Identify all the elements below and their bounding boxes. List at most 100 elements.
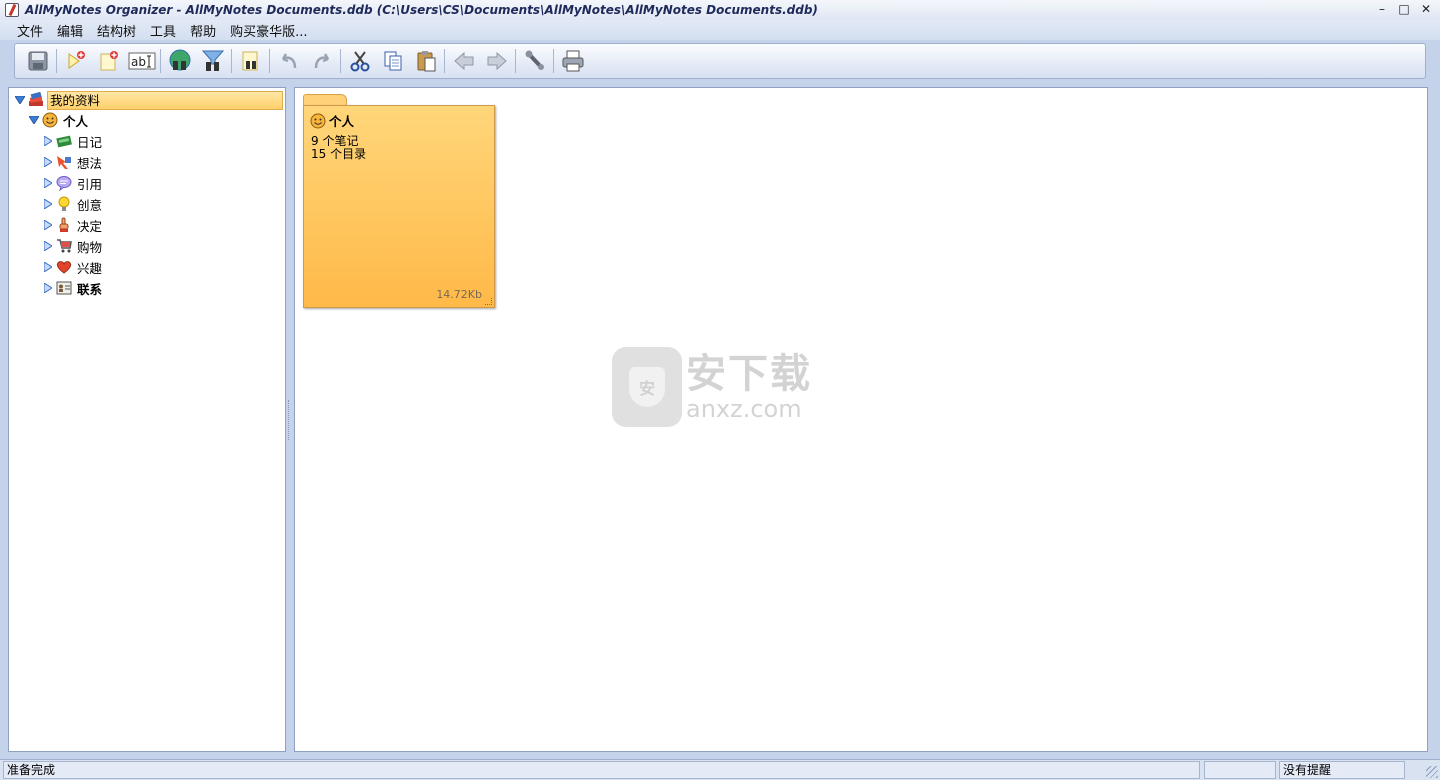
close-button[interactable]: ✕ [1418,2,1434,16]
collapse-toggle-icon[interactable] [43,219,53,231]
collapse-toggle-icon[interactable] [43,156,53,168]
contact-card-icon [56,280,72,296]
status-middle [1204,761,1276,779]
maximize-button[interactable]: □ [1396,2,1412,16]
status-message: 准备完成 [3,761,1200,779]
svg-text:ab: ab [131,55,146,69]
folder-card-size: 14.72Kb [436,288,482,301]
paste-icon[interactable] [412,47,440,75]
tree-node-root[interactable]: 我的资料 [15,90,283,110]
undo-icon[interactable] [275,47,303,75]
shopping-cart-icon [56,238,72,254]
tree-node-decisions[interactable]: 决定 [43,215,104,235]
pointing-hand-icon [56,217,72,233]
folder-card-title-text: 个人 [329,114,355,129]
toolbar-separator [160,49,161,73]
toolbar-separator [231,49,232,73]
content-pane: 个人 9 个笔记 15 个目录 14.72Kb [294,87,1428,752]
tree-node-interests[interactable]: 兴趣 [43,257,104,277]
menu-edit[interactable]: 编辑 [50,21,90,40]
folder-card-folders-count: 15 个目录 [311,147,367,161]
redo-icon[interactable] [308,47,336,75]
tree-node-shopping[interactable]: 购物 [43,236,104,256]
expand-toggle-icon[interactable] [29,114,39,126]
find-icon[interactable] [237,47,265,75]
tree-label: 联系 [77,281,103,297]
tree-pane: 我的资料 个人 日记 想法 引用 创意 决定 购物 兴趣 联系 [8,87,286,752]
expand-toggle-icon[interactable] [15,94,25,106]
toolbar-separator [269,49,270,73]
new-note-icon[interactable] [62,47,90,75]
cut-icon[interactable] [346,47,374,75]
toolbar: ab [14,43,1426,79]
diary-book-icon [56,133,72,149]
toolbar-separator [553,49,554,73]
tree-label: 想法 [77,155,103,171]
watermark-text: 安下载 anxz.com [686,352,812,422]
toolbar-separator [340,49,341,73]
smiley-icon [310,113,326,129]
print-icon[interactable] [559,47,587,75]
tree-node-creative[interactable]: 创意 [43,194,104,214]
toolbar-separator [515,49,516,73]
status-reminder: 没有提醒 [1279,761,1405,779]
folder-card-title: 个人 [310,111,354,130]
toolbar-separator [444,49,445,73]
tree-node-contacts[interactable]: 联系 [43,278,104,298]
window-title: AllMyNotes Organizer - AllMyNotes Docume… [25,3,818,17]
forward-arrow-icon[interactable] [483,47,511,75]
copy-icon[interactable] [379,47,407,75]
collapse-toggle-icon[interactable] [43,261,53,273]
tree-label: 个人 [63,113,89,129]
tree-label: 创意 [77,197,103,213]
tree-node-quotes[interactable]: 引用 [43,173,104,193]
rename-icon[interactable]: ab [128,47,156,75]
back-arrow-icon[interactable] [450,47,478,75]
menu-file[interactable]: 文件 [10,21,50,40]
watermark-en: anxz.com [686,395,802,423]
watermark-shield-icon: 安 [629,367,665,407]
collapse-toggle-icon[interactable] [43,177,53,189]
window-controls: – □ ✕ [1374,2,1434,16]
status-bar: 准备完成 没有提醒 [0,759,1440,780]
heart-icon [56,259,72,275]
search-web-icon[interactable] [166,47,194,75]
book-stack-icon [28,92,44,108]
lightbulb-icon [56,196,72,212]
watermark-badge-icon: 安 [612,347,682,427]
watermark-cn: 安下载 [686,351,812,397]
save-icon[interactable] [24,47,52,75]
search-filter-icon[interactable] [199,47,227,75]
quote-bubble-icon [56,175,72,191]
menu-bar: 文件 编辑 结构树 工具 帮助 购买豪华版... [0,20,1440,40]
tree-node-personal[interactable]: 个人 [29,110,90,130]
size-grip-icon[interactable] [1426,766,1438,778]
tree-label: 引用 [77,176,103,192]
tree-label: 兴趣 [77,260,103,276]
splitter-grip[interactable] [288,400,293,440]
new-folder-icon[interactable] [95,47,123,75]
ideas-arrow-icon [56,154,72,170]
collapse-toggle-icon[interactable] [43,282,53,294]
menu-tools[interactable]: 工具 [143,21,183,40]
menu-tree[interactable]: 结构树 [90,21,143,40]
tree-label: 我的资料 [47,90,283,110]
folder-card[interactable]: 个人 9 个笔记 15 个目录 14.72Kb [303,105,495,308]
app-icon [5,3,19,17]
collapse-toggle-icon[interactable] [43,198,53,210]
menu-help[interactable]: 帮助 [183,21,223,40]
settings-wrench-icon[interactable] [521,47,549,75]
menu-buy-deluxe[interactable]: 购买豪华版... [223,21,314,40]
toolbar-separator [56,49,57,73]
tree-node-thoughts[interactable]: 想法 [43,152,104,172]
smiley-icon [42,112,58,128]
collapse-toggle-icon[interactable] [43,135,53,147]
resize-grip-icon [485,298,492,305]
tree-label: 购物 [77,239,103,255]
tree-label: 日记 [77,134,103,150]
title-bar: AllMyNotes Organizer - AllMyNotes Docume… [0,0,1440,20]
minimize-button[interactable]: – [1374,2,1390,16]
watermark: 安 安下载 anxz.com [612,347,812,427]
tree-node-diary[interactable]: 日记 [43,131,104,151]
collapse-toggle-icon[interactable] [43,240,53,252]
